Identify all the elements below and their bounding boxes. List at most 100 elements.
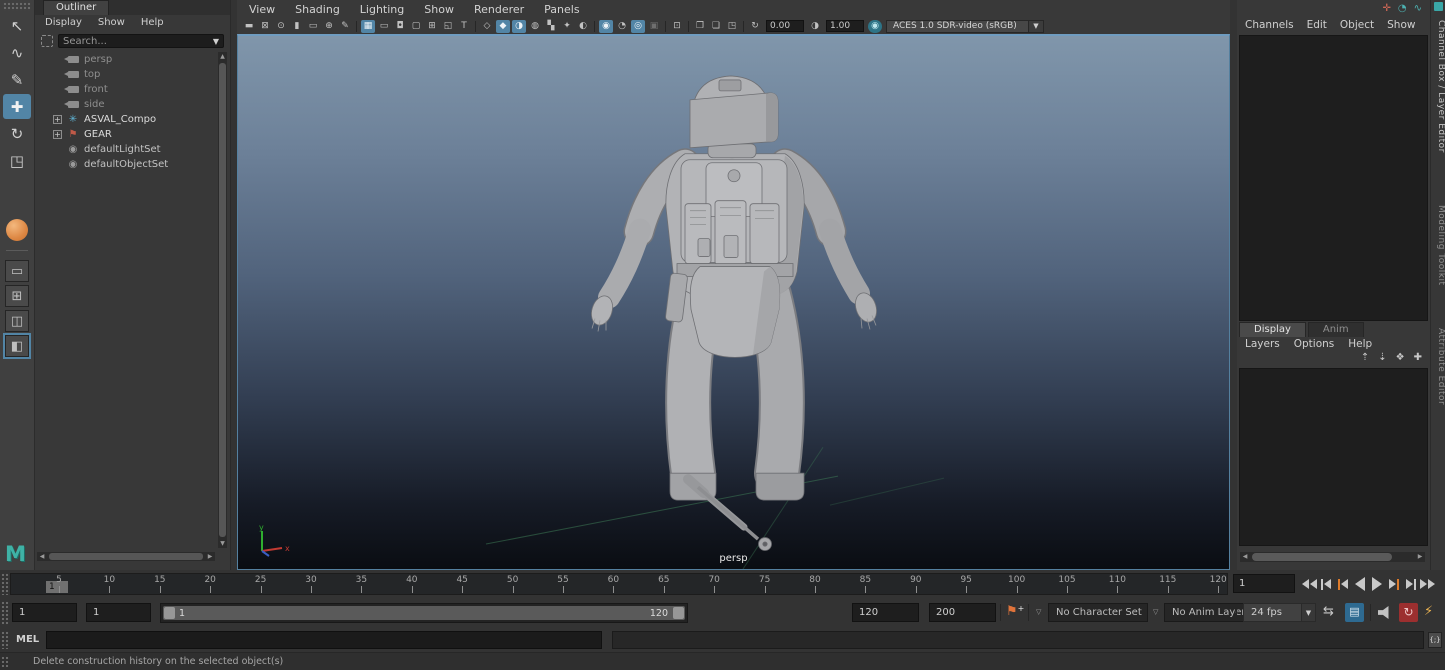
bookmark-icon[interactable]: ▮ — [290, 20, 304, 33]
current-frame-field[interactable]: 1 — [1233, 574, 1295, 593]
chevron-down-icon[interactable]: ▽ — [1036, 608, 1041, 616]
mute-audio-icon[interactable] — [1378, 606, 1392, 619]
outliner-vscrollbar[interactable]: ▲ ▼ — [218, 52, 227, 548]
chevron-down-icon[interactable]: ▼ — [1028, 21, 1043, 32]
outliner-item-defaultObjectSet[interactable]: ◉defaultObjectSet — [35, 157, 217, 172]
layer-menu-options[interactable]: Options — [1294, 338, 1335, 350]
channel-box-menu-object[interactable]: Object — [1340, 19, 1374, 31]
channel-box-menu-edit[interactable]: Edit — [1307, 19, 1327, 31]
sphere-tool-icon[interactable] — [6, 219, 28, 241]
fps-dropdown[interactable]: 24 fps ▼ — [1243, 603, 1316, 622]
range-slider-track[interactable]: 1 120 — [163, 606, 685, 620]
animation-preferences-icon[interactable]: ⚡ — [1424, 604, 1433, 619]
rotate-tool-icon[interactable]: ↻ — [3, 121, 31, 146]
outliner-item-ASVAL_Compo[interactable]: +✳ASVAL_Compo — [35, 112, 217, 127]
go-to-end-button[interactable] — [1420, 574, 1435, 594]
auto-keyframe-icon[interactable]: ↻ — [1399, 603, 1418, 622]
layer-menu-help[interactable]: Help — [1348, 338, 1372, 350]
two-pane-layout-icon[interactable]: ◫ — [5, 310, 29, 332]
copy-view-icon[interactable]: ❏ — [709, 20, 723, 33]
graph-icon[interactable]: ∿ — [1414, 3, 1422, 14]
exposure-field[interactable]: 0.00 — [766, 20, 804, 32]
contrast-icon[interactable]: ◑ — [808, 20, 822, 33]
play-backwards-button[interactable] — [1352, 574, 1367, 594]
outliner-menu-display[interactable]: Display — [45, 17, 82, 31]
anti-aliasing-icon[interactable]: ◎ — [631, 20, 645, 33]
viewport-menu-renderer[interactable]: Renderer — [474, 3, 524, 16]
2d-pan-zoom-icon[interactable]: ⊕ — [322, 20, 336, 33]
chevron-down-icon[interactable]: ▼ — [1301, 604, 1315, 621]
channel-box-hscrollbar[interactable]: ◀ ▶ — [1240, 552, 1425, 562]
mel-label[interactable]: MEL — [16, 634, 39, 645]
animation-start-field[interactable]: 1 — [12, 603, 77, 622]
view-transform-icon[interactable]: ◉ — [868, 20, 882, 33]
layer-tab-display[interactable]: Display — [1239, 322, 1306, 337]
image-plane-icon[interactable]: ▭ — [306, 20, 320, 33]
step-forward-key-button[interactable] — [1386, 574, 1401, 594]
outliner-item-top[interactable]: top — [35, 67, 217, 82]
motion-blur-icon[interactable]: ◔ — [615, 20, 629, 33]
lighting-icon[interactable]: ✦ — [560, 20, 574, 33]
tear-off-copy-icon[interactable]: ❐ — [693, 20, 707, 33]
character-set-dropdown[interactable]: No Character Set — [1048, 603, 1148, 622]
use-default-material-icon[interactable]: ◍ — [528, 20, 542, 33]
outliner-menu-help[interactable]: Help — [141, 17, 164, 31]
outliner-item-side[interactable]: side — [35, 97, 217, 112]
frame-image-icon[interactable]: ◳ — [725, 20, 739, 33]
refresh-icon[interactable]: ↻ — [748, 20, 762, 33]
grease-pencil-icon[interactable]: ✎ — [338, 20, 352, 33]
single-pane-layout-icon[interactable]: ▭ — [5, 260, 29, 282]
command-line-grip[interactable] — [1, 631, 9, 649]
outliner-item-defaultLightSet[interactable]: ◉defaultLightSet — [35, 142, 217, 157]
move-tool-icon[interactable]: ✚ — [3, 94, 31, 119]
scale-tool-icon[interactable]: ◳ — [3, 148, 31, 173]
safe-title-icon[interactable]: T — [457, 20, 471, 33]
expand-icon[interactable]: + — [53, 130, 62, 139]
move-layer-up-icon[interactable]: ⇡ — [1361, 352, 1369, 363]
go-to-start-button[interactable] — [1301, 574, 1316, 594]
pivot-icon[interactable]: ✛ — [1382, 3, 1390, 14]
layer-menu-layers[interactable]: Layers — [1245, 338, 1280, 350]
grid-icon[interactable]: ▦ — [361, 20, 375, 33]
chevron-down-icon[interactable]: ▽ — [1153, 608, 1158, 616]
scroll-down-icon[interactable]: ▼ — [218, 539, 227, 548]
new-empty-layer-icon[interactable]: ❖ — [1396, 352, 1405, 363]
range-slider[interactable]: 1 120 — [160, 603, 688, 623]
depth-of-field-icon[interactable]: ▣ — [647, 20, 661, 33]
viewport-menu-show[interactable]: Show — [424, 3, 454, 16]
channel-box-menu-channels[interactable]: Channels — [1245, 19, 1294, 31]
outliner-persp-layout-icon[interactable]: ◧ — [5, 335, 29, 357]
viewport-menu-lighting[interactable]: Lighting — [360, 3, 404, 16]
search-input[interactable]: Search... ▼ — [58, 34, 224, 48]
outliner-item-persp[interactable]: persp — [35, 52, 217, 67]
channel-list-area[interactable] — [1239, 35, 1428, 321]
soldier-model[interactable] — [238, 36, 1229, 569]
ssao-icon[interactable]: ◉ — [599, 20, 613, 33]
play-forwards-button[interactable] — [1369, 574, 1384, 594]
channel-box-menu-show[interactable]: Show — [1387, 19, 1415, 31]
step-back-key-button[interactable] — [1335, 574, 1350, 594]
outliner-hscrollbar[interactable]: ◀ ▶ — [37, 552, 215, 561]
four-pane-layout-icon[interactable]: ⊞ — [5, 285, 29, 307]
timeline-grip[interactable] — [1, 573, 9, 595]
frame-ruler[interactable]: 1 51015202530354045505560657075808590951… — [10, 573, 1228, 595]
scroll-right-icon[interactable]: ▶ — [1415, 552, 1425, 561]
outliner-item-front[interactable]: front — [35, 82, 217, 97]
gate-mask-icon[interactable]: ▢ — [409, 20, 423, 33]
wireframe-icon[interactable]: ◇ — [480, 20, 494, 33]
film-gate-icon[interactable]: ▭ — [377, 20, 391, 33]
isolate-select-icon[interactable]: ⊡ — [670, 20, 684, 33]
outliner-menu-show[interactable]: Show — [98, 17, 125, 31]
add-bookmark-icon[interactable]: ⚑+ — [1006, 604, 1024, 619]
scrollbar-thumb[interactable] — [1252, 553, 1392, 561]
smooth-shade-icon[interactable]: ◆ — [496, 20, 510, 33]
playback-end-field[interactable]: 120 — [852, 603, 919, 622]
viewport-menu-shading[interactable]: Shading — [295, 3, 340, 16]
mel-input[interactable] — [46, 631, 602, 649]
expand-icon[interactable]: + — [53, 115, 62, 124]
filter-icon[interactable] — [41, 35, 53, 47]
step-forward-frame-button[interactable] — [1403, 574, 1418, 594]
scroll-left-icon[interactable]: ◀ — [1240, 552, 1250, 561]
scroll-up-icon[interactable]: ▲ — [218, 52, 227, 61]
paint-select-tool-icon[interactable]: ✎ — [3, 67, 31, 92]
